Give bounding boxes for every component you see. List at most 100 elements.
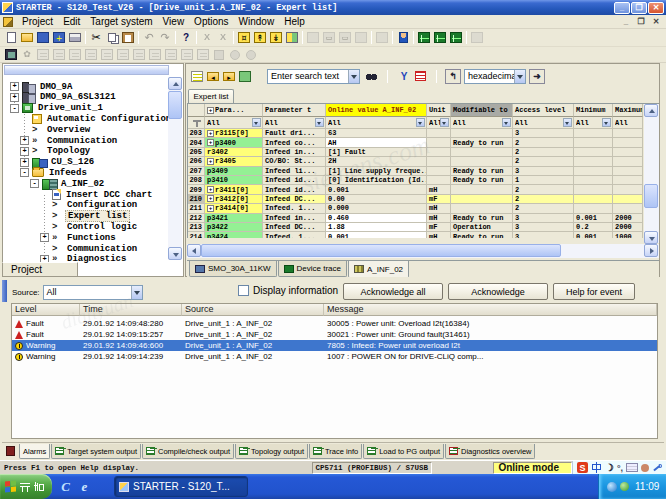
user-icon[interactable] <box>641 464 649 472</box>
column-header-maximum[interactable]: Maximum <box>613 104 643 117</box>
insert-x1-icon[interactable]: X <box>199 30 215 45</box>
collapse-icon[interactable]: - <box>30 179 39 188</box>
download-to-target-icon[interactable]: ↟ <box>252 30 268 45</box>
wire-1-icon[interactable] <box>99 47 115 62</box>
wire-2-icon[interactable] <box>115 47 131 62</box>
project-tab[interactable]: Project <box>2 262 78 277</box>
grid-scroll-thumb[interactable] <box>644 184 658 208</box>
collapse-icon[interactable]: - <box>10 104 19 113</box>
redo-icon[interactable]: ↷ <box>157 30 173 45</box>
filter-cell[interactable]: All <box>451 117 513 129</box>
acknowledge-all-button[interactable]: Acknowledge all <box>343 283 443 300</box>
expand-icon[interactable]: + <box>10 93 19 102</box>
expand-param-icon[interactable]: + <box>207 158 214 165</box>
expert-list-tab[interactable]: Expert list <box>188 89 234 103</box>
parameter-row-206[interactable]: 206+r3405CO/BO: St...2H2 <box>188 157 643 166</box>
expand-icon[interactable]: + <box>20 136 29 145</box>
expand-param-icon[interactable]: + <box>207 195 214 202</box>
parameter-row-211[interactable]: 211+r3414[0]Infeed. 1...0.000mH2 <box>188 204 643 213</box>
grid-scroll-left-button[interactable] <box>187 244 201 257</box>
param-value[interactable]: 2H <box>326 157 427 166</box>
binoculars-search-icon[interactable] <box>363 69 379 84</box>
upload-from-target-icon[interactable]: ↡ <box>268 30 284 45</box>
source-combo-arrow[interactable] <box>131 286 142 299</box>
param-value[interactable]: [1] Line supply freque.. <box>326 167 427 176</box>
menu-help[interactable]: Help <box>279 16 310 27</box>
column-header-online-value-a-inf-02[interactable]: Online value A_INF_02 <box>326 104 427 117</box>
mdi-restore-button[interactable]: ❐ <box>634 16 648 27</box>
block-icon[interactable] <box>211 47 227 62</box>
param-value[interactable]: 0.001 <box>326 232 427 238</box>
parameter-row-209[interactable]: 209+r3411[0]Infeed id...0.001mH2 <box>188 185 643 194</box>
filter-cell[interactable]: All <box>613 117 643 129</box>
expert-copy-icon[interactable] <box>237 69 253 84</box>
doc-tab-device-trace[interactable]: Device trace <box>278 261 347 277</box>
doc-tab-a-inf-02[interactable]: A_INF_02 <box>348 261 409 278</box>
menu-options[interactable]: Options <box>189 16 233 27</box>
tray-icon-2[interactable] <box>620 482 629 491</box>
column-header-minimum[interactable]: Minimum <box>574 104 613 117</box>
param-value[interactable]: 1.88 <box>326 223 427 232</box>
explorer-icon[interactable]: e <box>77 479 92 494</box>
tree-item-dmo-9a-6sl3121[interactable]: +DMO_9A_6SL3121 <box>10 92 118 103</box>
alarm-row-1[interactable]: Fault29.01.92 14:09:48:280Drive_unit_1 :… <box>12 318 657 329</box>
trace-icon[interactable] <box>416 30 432 45</box>
tree-item-overview[interactable]: >Overview <box>20 124 92 135</box>
tree-item-communication[interactable]: +»Communication <box>20 135 119 146</box>
print-icon[interactable] <box>67 30 83 45</box>
parameter-row-212[interactable]: 212p3421Infeed in...0.460mHReady to run3… <box>188 214 643 223</box>
display-information-checkbox[interactable] <box>238 285 249 296</box>
menu-target-system[interactable]: Target system <box>85 16 157 27</box>
tray-icon-1[interactable] <box>607 482 617 492</box>
tree-item-control-logic[interactable]: >Control logic <box>40 221 139 232</box>
param-value[interactable]: 0.460 <box>326 214 427 223</box>
expert-insert-icon[interactable] <box>189 69 205 84</box>
expand-icon[interactable]: + <box>40 233 49 242</box>
expand-icon[interactable]: + <box>20 158 29 167</box>
alarm-column-source[interactable]: Source <box>182 304 324 316</box>
column-header-modifiable-to[interactable]: Modifiable to <box>451 104 513 117</box>
punctuation-icon[interactable]: °, <box>617 463 623 473</box>
commissioning-icon[interactable] <box>395 30 411 45</box>
insert-dcc-chart-icon[interactable] <box>3 47 19 62</box>
start-button[interactable] <box>0 474 52 499</box>
search-combo-arrow[interactable] <box>348 70 359 83</box>
filter-cell[interactable]: All <box>574 117 613 129</box>
param-value[interactable]: 0.00 <box>326 195 427 204</box>
param-value[interactable]: AH <box>326 138 427 147</box>
tree-item-topology[interactable]: +>Topology <box>20 146 92 157</box>
circle-1-icon[interactable] <box>227 47 243 62</box>
filter-cell[interactable]: All <box>263 117 326 129</box>
copy-icon[interactable] <box>104 30 120 45</box>
output-tab-load-to-pg-output[interactable]: Load to PG output <box>363 444 444 459</box>
column-header-parameter-t[interactable]: Parameter t <box>263 104 326 117</box>
output-tab-trace-info[interactable]: Trace info <box>309 444 362 459</box>
ie-icon[interactable]: C <box>58 479 73 494</box>
output-tab-compile-check-output[interactable]: Compile/check output <box>142 444 234 459</box>
expert-open-icon[interactable]: ◂ <box>205 69 221 84</box>
close-button[interactable]: ✕ <box>648 2 664 14</box>
maximize-button[interactable]: ❐ <box>631 2 647 14</box>
parameter-row-213[interactable]: 213p3422Infeed DC...1.88mFOperation30.22… <box>188 223 643 232</box>
tree-vertical-scrollbar[interactable] <box>168 77 182 260</box>
new-project-icon[interactable] <box>3 30 19 45</box>
monitor-icon[interactable] <box>51 47 67 62</box>
fullwidth-moon-icon[interactable]: ☽ <box>605 462 614 473</box>
output-tab-topology-output[interactable]: Topology output <box>235 444 308 459</box>
soft-keyboard-icon[interactable] <box>626 463 638 472</box>
sogou-icon[interactable]: S <box>577 462 588 473</box>
acknowledge-button[interactable]: Acknowledge <box>448 283 548 300</box>
function-generator-icon[interactable] <box>432 30 448 45</box>
undo-icon[interactable]: ↶ <box>141 30 157 45</box>
param-value[interactable]: 0.000 <box>326 204 427 213</box>
column-header-para-[interactable]: +Para... <box>205 104 263 117</box>
filter-cell[interactable]: All <box>205 117 263 129</box>
parameter-row-205[interactable]: 205r3402Infeed in...[1] Fault2 <box>188 148 643 157</box>
expand-param-icon[interactable]: + <box>207 205 214 212</box>
net-view-icon[interactable] <box>67 47 83 62</box>
measuring-icon[interactable] <box>448 30 464 45</box>
grid-vertical-scrollbar[interactable] <box>644 103 659 243</box>
connect-target-system-icon[interactable]: ¤ <box>236 30 252 45</box>
minimize-button[interactable]: _ <box>614 2 630 14</box>
parameter-row-207[interactable]: 207p3409Infeed li...[1] Line supply freq… <box>188 167 643 176</box>
